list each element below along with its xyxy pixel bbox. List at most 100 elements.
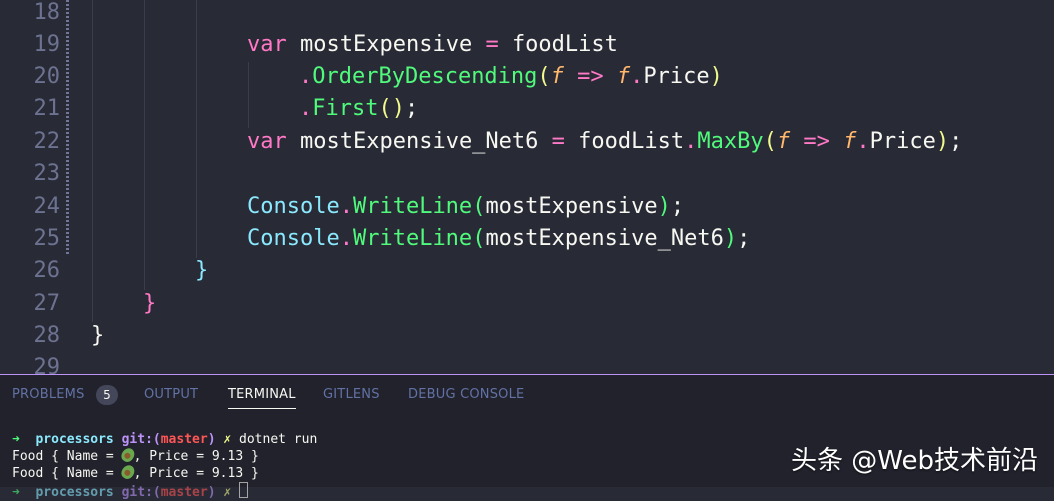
indent-guide [144,0,145,290]
punctuation: . [339,226,353,251]
line-number: 22 [33,129,61,154]
code-line-20: .OrderByDescending(f => f.Price) [299,61,723,93]
bracket: ( [537,64,551,89]
punctuation: ; [737,226,751,251]
prompt-arrow-icon: ➜ [12,485,20,500]
watermark: 头条 @Web技术前沿 [791,446,1038,476]
operator: => [577,64,604,89]
code-line-21: .First(); [299,93,418,125]
terminal-cursor [239,482,249,498]
line-number: 25 [33,226,61,251]
git-modified-indicator[interactable] [66,128,69,160]
tab-debug-console[interactable]: DEBUG CONSOLE [408,387,524,402]
bracket: ) [709,64,723,89]
dirty-mark-icon: ✗ [223,485,232,500]
identifier: foodList [578,129,685,154]
line-number: 19 [33,32,61,57]
tab-terminal[interactable]: TERMINAL [228,387,296,409]
prompt-directory: processors [35,485,114,500]
prompt-arrow-icon: ➜ [12,432,20,447]
parameter: f [843,129,857,154]
punctuation: . [630,64,644,89]
prompt-git-label: git:( [121,485,161,500]
indent-guide [196,0,197,258]
punctuation: . [339,194,353,219]
identifier: foodList [511,32,618,57]
method-name: MaxBy [697,129,764,154]
code-line-24: Console.WriteLine(mostExpensive); [247,191,684,223]
argument: mostExpensive_Net6 [485,226,724,251]
git-modified-indicator[interactable] [66,160,69,192]
code-line-22: var mostExpensive_Net6 = foodList. MaxBy(… [247,126,962,158]
property: Price [643,64,710,89]
punctuation: . [856,129,870,154]
punctuation: . [299,64,313,89]
git-modified-indicator[interactable] [66,64,69,96]
method-name: First [312,96,379,121]
indent-guide [92,0,93,322]
prompt-branch: master [160,485,208,500]
tab-gitlens[interactable]: GITLENS [323,387,380,402]
prompt-git-close: ) [207,432,216,447]
git-modified-indicator[interactable] [66,224,69,256]
code-line-28: } [91,323,105,348]
terminal-prompt-line-partial[interactable]: ➜ processors git:(master) ✗ [12,482,249,501]
bracket: ( [763,129,777,154]
terminal-output-line: Food { Name = , Price = 9.13 } [12,462,259,482]
line-number: 24 [33,194,61,219]
problems-count-badge: 5 [96,385,118,405]
keyword: var [247,32,287,57]
git-modified-indicator[interactable] [66,0,69,32]
punctuation: ; [404,96,419,121]
line-number: 23 [33,161,61,186]
terminal-command: dotnet run [239,432,318,447]
line-number: 18 [33,0,61,25]
line-number: 28 [33,323,61,348]
punctuation: ; [949,129,963,154]
output-prefix: Food { Name = [12,449,122,464]
line-number: 27 [33,291,61,316]
method-name: WriteLine [352,194,473,219]
tab-output[interactable]: OUTPUT [144,387,198,402]
line-number: 21 [33,96,61,121]
prompt-git-close: ) [207,485,216,500]
bracket: ( [472,226,486,251]
bracket: () [378,96,405,121]
punctuation: . [299,96,313,121]
property: Price [869,129,936,154]
variable: mostExpensive [300,32,473,57]
line-number: 29 [33,355,61,374]
git-modified-indicator[interactable] [66,192,69,224]
output-suffix: , Price = 9.13 } [133,466,259,481]
argument: mostExpensive [485,194,658,219]
git-modified-indicator[interactable] [66,96,69,128]
operator: = [551,129,565,154]
bracket: ) [935,129,950,154]
bracket: ) [723,226,738,251]
class-name: Console [247,226,340,251]
code-editor[interactable]: 18 19 20 21 22 23 24 25 26 27 28 29 var … [0,0,1054,374]
code-line-27: } [143,291,157,316]
bracket: ( [472,194,486,219]
indent-guide [248,62,249,128]
bracket: ) [657,194,671,219]
output-prefix: Food { Name = [12,466,122,481]
terminal-output-line: Food { Name = , Price = 9.13 } [12,445,259,465]
tab-problems[interactable]: PROBLEMS [12,387,85,402]
output-suffix: , Price = 9.13 } [133,449,259,464]
prompt-branch: master [160,432,208,447]
operator: => [803,129,830,154]
code-line-26: } [195,258,209,283]
prompt-git-label: git:( [121,432,161,447]
terminal-prompt-line[interactable]: ➜ processors git:(master) ✗ dotnet run [12,431,317,448]
punctuation: ; [670,194,685,219]
keyword: var [247,129,287,154]
code-line-19: var mostExpensive = foodList [247,29,618,61]
parameter: f [776,129,791,154]
code-line-25: Console.WriteLine(mostExpensive_Net6); [247,223,750,255]
git-modified-indicator[interactable] [66,32,69,64]
dirty-mark-icon: ✗ [223,432,232,447]
operator: = [485,32,499,57]
parameter: f [616,64,631,89]
variable: mostExpensive_Net6 [300,129,539,154]
